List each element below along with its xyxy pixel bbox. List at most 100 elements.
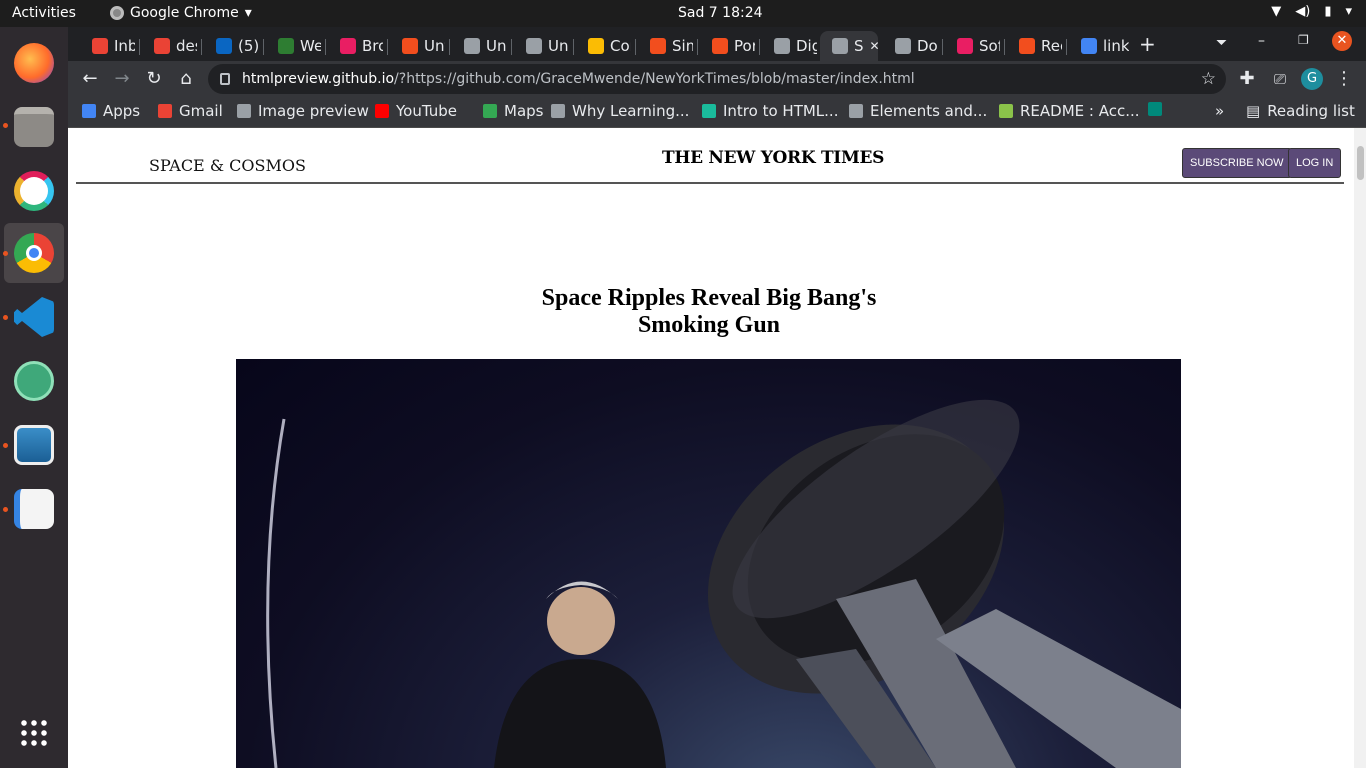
back-button[interactable]: ← <box>79 68 101 90</box>
tab-separator <box>201 39 202 55</box>
tab-favicon-icon <box>278 38 294 54</box>
show-applications-button[interactable] <box>4 703 64 763</box>
tab-label: des <box>176 37 197 55</box>
page-scrollbar[interactable] <box>1354 128 1366 768</box>
bookmark-8[interactable]: Elements and... <box>849 102 987 120</box>
tab-3[interactable]: (5) <box>204 31 259 61</box>
tab-label: Uni <box>486 37 507 55</box>
tab-favicon-icon <box>832 38 848 54</box>
tab-separator <box>387 39 388 55</box>
tab-search-icon[interactable]: ⏷ <box>1216 35 1227 51</box>
tab-2[interactable]: des <box>142 31 197 61</box>
app-menu[interactable]: Google Chrome ▾ <box>110 5 252 21</box>
forward-button[interactable]: → <box>111 68 133 90</box>
tab-5[interactable]: Bro <box>328 31 383 61</box>
tab-14[interactable]: Do <box>883 31 938 61</box>
bookmark-favicon-icon <box>849 104 863 118</box>
dock-vscode[interactable] <box>4 287 64 347</box>
clock[interactable]: Sad 7 18:24 <box>678 5 763 21</box>
bookmark-7[interactable]: Intro to HTML... <box>702 102 838 120</box>
firefox-icon <box>14 43 54 83</box>
lock-icon <box>220 73 230 85</box>
tab-7[interactable]: Uni <box>452 31 507 61</box>
tab-13[interactable]: S ✕ <box>820 31 878 61</box>
bookmark-6[interactable]: Why Learning... <box>551 102 689 120</box>
reload-button[interactable]: ↻ <box>143 68 165 90</box>
close-tab-icon[interactable]: ✕ <box>870 39 878 53</box>
dock-firefox[interactable] <box>4 33 64 93</box>
browser-toolbar: ← → ↻ ⌂ htmlpreview.github.io/?https://g… <box>68 61 1366 97</box>
tab-favicon-icon <box>526 38 542 54</box>
volume-icon: ◀) <box>1295 4 1311 19</box>
tab-8[interactable]: Uni <box>514 31 569 61</box>
reading-list-button[interactable]: ▤ Reading list <box>1246 102 1355 120</box>
tab-4[interactable]: We <box>266 31 321 61</box>
bookmark-favicon-icon <box>158 104 172 118</box>
wifi-icon: ▼ <box>1271 4 1282 19</box>
subscribe-button[interactable]: SUBSCRIBE NOW <box>1182 148 1292 178</box>
dock-slack[interactable] <box>4 161 64 221</box>
close-window-button[interactable]: ✕ <box>1332 31 1352 51</box>
tab-9[interactable]: Cor <box>576 31 631 61</box>
tab-separator <box>1004 39 1005 55</box>
tab-17[interactable]: link <box>1069 31 1129 61</box>
tab-11[interactable]: Por <box>700 31 755 61</box>
bookmark-9[interactable]: README : Acc... <box>999 102 1140 120</box>
bookmark-favicon-icon <box>237 104 251 118</box>
system-tray[interactable]: ▼ ◀) ▮ ▾ <box>1271 4 1352 19</box>
tab-12[interactable]: Dig <box>762 31 817 61</box>
tab-favicon-icon <box>774 38 790 54</box>
running-indicator <box>3 315 8 320</box>
home-button[interactable]: ⌂ <box>175 68 197 90</box>
dock-atom[interactable] <box>4 351 64 411</box>
bookmark-4[interactable]: YouTube <box>375 102 457 120</box>
more-bookmarks-icon[interactable]: » <box>1215 102 1224 120</box>
bookmark-favicon-icon <box>483 104 497 118</box>
maximize-button[interactable]: ❐ <box>1298 33 1309 47</box>
tab-separator <box>697 39 698 55</box>
tab-favicon-icon <box>216 38 232 54</box>
tab-label: Uni <box>548 37 569 55</box>
tab-separator <box>139 39 140 55</box>
dock-text-editor[interactable] <box>4 479 64 539</box>
extensions-icon[interactable]: ✚ <box>1236 68 1258 90</box>
new-tab-button[interactable]: + <box>1139 32 1156 56</box>
tab-16[interactable]: Rec <box>1007 31 1062 61</box>
login-button[interactable]: LOG IN <box>1288 148 1342 178</box>
scrollbar-thumb[interactable] <box>1357 146 1364 180</box>
menu-icon[interactable]: ⋮ <box>1333 68 1355 90</box>
profile-avatar[interactable]: G <box>1301 68 1323 90</box>
bookmark-2[interactable]: Gmail <box>158 102 223 120</box>
page-viewport: SPACE & COSMOS THE NEW YORK TIMES SUBSCR… <box>68 128 1354 768</box>
url-host: htmlpreview.github.io <box>242 71 395 87</box>
section-link[interactable]: SPACE & COSMOS <box>149 156 306 175</box>
bookmark-favicon-icon <box>82 104 96 118</box>
tab-10[interactable]: Sim <box>638 31 693 61</box>
cast-icon[interactable]: ⎚ <box>1269 68 1291 90</box>
bookmark-label: Gmail <box>179 102 223 120</box>
activities-button[interactable]: Activities <box>12 5 76 21</box>
tab-6[interactable]: Unt <box>390 31 445 61</box>
star-icon[interactable]: ☆ <box>1201 64 1216 94</box>
tab-label: Por <box>734 37 755 55</box>
bookmark-10[interactable] <box>1148 102 1169 116</box>
address-bar[interactable]: htmlpreview.github.io/?https://github.co… <box>208 64 1226 94</box>
bookmark-label: Why Learning... <box>572 102 690 120</box>
dock-files[interactable] <box>4 97 64 157</box>
dock-chrome[interactable] <box>4 223 64 283</box>
minimize-button[interactable]: – <box>1258 33 1265 49</box>
battery-icon: ▮ <box>1324 4 1332 19</box>
chevron-down-icon: ▾ <box>244 5 252 21</box>
tab-favicon-icon <box>1019 38 1035 54</box>
running-indicator <box>3 443 8 448</box>
bookmark-5[interactable]: Maps <box>483 102 543 120</box>
bookmark-1[interactable]: Apps <box>82 102 140 120</box>
bookmark-3[interactable]: Image preview <box>237 102 369 120</box>
tab-label: Inb <box>114 37 135 55</box>
tab-label: Sof <box>979 37 1000 55</box>
tab-label: Do <box>917 37 938 55</box>
dock-image-viewer[interactable] <box>4 415 64 475</box>
tab-15[interactable]: Sof <box>945 31 1000 61</box>
masthead-logo[interactable]: THE NEW YORK TIMES <box>662 148 884 168</box>
tab-1[interactable]: Inb <box>80 31 135 61</box>
